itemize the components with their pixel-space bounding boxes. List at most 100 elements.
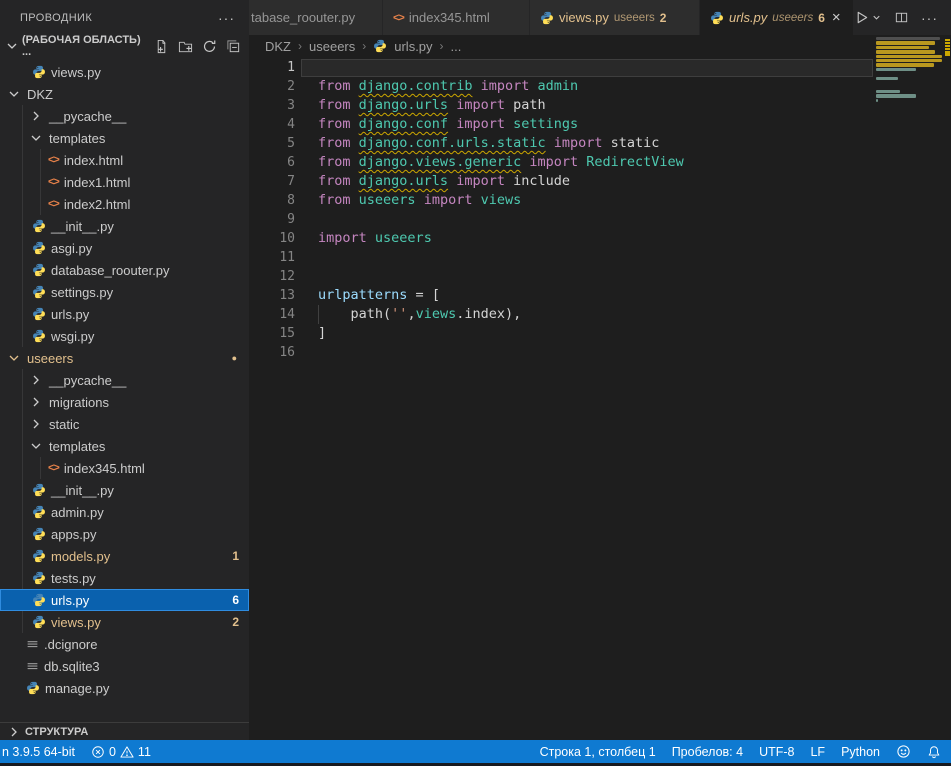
chevron-down-icon[interactable] (871, 12, 882, 23)
code-area[interactable]: 12from django.contrib import admin3from … (249, 57, 951, 362)
tree-item-admin.py[interactable]: admin.py (0, 501, 249, 523)
tree-item-templates[interactable]: templates (0, 435, 249, 457)
tree-item-migrations[interactable]: migrations (0, 391, 249, 413)
problems-indicator[interactable]: 0 11 (91, 745, 151, 759)
line-number[interactable]: 9 (249, 210, 295, 229)
new-file-icon[interactable] (154, 39, 169, 54)
python-icon (32, 285, 46, 299)
line-number[interactable]: 6 (249, 153, 295, 172)
tree-item-tests.py[interactable]: tests.py (0, 567, 249, 589)
tree-item-asgi.py[interactable]: asgi.py (0, 237, 249, 259)
tree-item-urls.py[interactable]: urls.py6 (0, 589, 249, 611)
tree-item-wsgi.py[interactable]: wsgi.py (0, 325, 249, 347)
code-line-8[interactable]: 8from useeers import views (249, 191, 951, 210)
tree-item-settings.py[interactable]: settings.py (0, 281, 249, 303)
line-number[interactable]: 3 (249, 96, 295, 115)
code-line-12[interactable]: 12 (249, 267, 951, 286)
code-line-11[interactable]: 11 (249, 248, 951, 267)
workspace-section-header[interactable]: (РАБОЧАЯ ОБЛАСТЬ) ... (0, 35, 249, 57)
code-line-3[interactable]: 3from django.urls import path (249, 96, 951, 115)
line-number[interactable]: 14 (249, 305, 295, 324)
code-line-6[interactable]: 6from django.views.generic import Redire… (249, 153, 951, 172)
tree-item-apps.py[interactable]: apps.py (0, 523, 249, 545)
line-text: path('',views.index), (318, 305, 521, 324)
chevron-down-icon (6, 350, 22, 366)
tree-item-models.py[interactable]: models.py1 (0, 545, 249, 567)
run-button[interactable] (854, 10, 882, 25)
line-number[interactable]: 7 (249, 172, 295, 191)
tree-item-label: __init__.py (51, 219, 114, 234)
explorer-more-actions-icon[interactable]: ··· (218, 10, 235, 26)
line-number[interactable]: 13 (249, 286, 295, 305)
line-number[interactable]: 16 (249, 343, 295, 362)
workspace-label: (РАБОЧАЯ ОБЛАСТЬ) ... (22, 34, 152, 58)
line-number[interactable]: 10 (249, 229, 295, 248)
line-number[interactable]: 2 (249, 77, 295, 96)
tree-item-database_roouter.py[interactable]: database_roouter.py (0, 259, 249, 281)
tab-urls.py[interactable]: urls.pyuseeers6× (700, 0, 854, 35)
collapse-all-icon[interactable] (226, 39, 241, 54)
tree-item-__pycache__[interactable]: __pycache__ (0, 369, 249, 391)
indentation[interactable]: Пробелов: 4 (672, 745, 743, 759)
encoding[interactable]: UTF-8 (759, 745, 794, 759)
bell-icon[interactable] (927, 745, 941, 759)
tree-item-__init__.py[interactable]: __init__.py (0, 215, 249, 237)
line-number[interactable]: 12 (249, 267, 295, 286)
code-line-14[interactable]: 14 path('',views.index), (249, 305, 951, 324)
more-actions-icon[interactable]: ··· (921, 10, 938, 26)
tree-item-index345.html[interactable]: <>index345.html (0, 457, 249, 479)
tree-item-manage.py[interactable]: manage.py (0, 677, 249, 699)
code-line-16[interactable]: 16 (249, 343, 951, 362)
code-line-13[interactable]: 13urlpatterns = [ (249, 286, 951, 305)
line-number[interactable]: 1 (249, 58, 295, 77)
code-line-2[interactable]: 2from django.contrib import admin (249, 77, 951, 96)
python-icon (32, 483, 46, 497)
breadcrumb-item[interactable]: useeers (309, 39, 355, 54)
tree-item-DKZ[interactable]: DKZ (0, 83, 249, 105)
tree-item-__init__.py[interactable]: __init__.py (0, 479, 249, 501)
close-icon[interactable]: × (832, 10, 841, 25)
tree-item-urls.py[interactable]: urls.py (0, 303, 249, 325)
minimap[interactable] (874, 37, 945, 197)
tree-item-.dcignore[interactable]: .dcignore (0, 633, 249, 655)
tab-label: tabase_roouter.py (251, 10, 355, 25)
code-line-15[interactable]: 15] (249, 324, 951, 343)
eol-indicator[interactable]: LF (810, 745, 825, 759)
language-mode[interactable]: Python (841, 745, 880, 759)
code-line-10[interactable]: 10import useeers (249, 229, 951, 248)
tree-item-views.py[interactable]: views.py (0, 61, 249, 83)
line-number[interactable]: 15 (249, 324, 295, 343)
code-line-9[interactable]: 9 (249, 210, 951, 229)
split-editor-icon[interactable] (894, 10, 909, 25)
breadcrumb-item[interactable]: ... (451, 39, 462, 54)
breadcrumb-item[interactable]: urls.py (394, 39, 432, 54)
tab-views.py[interactable]: views.pyuseeers2 (530, 0, 700, 35)
tree-item-__pycache__[interactable]: __pycache__ (0, 105, 249, 127)
line-number[interactable]: 8 (249, 191, 295, 210)
tree-item-db.sqlite3[interactable]: db.sqlite3 (0, 655, 249, 677)
tree-item-static[interactable]: static (0, 413, 249, 435)
tree-item-useeers[interactable]: useeers● (0, 347, 249, 369)
tree-item-index1.html[interactable]: <>index1.html (0, 171, 249, 193)
outline-section-header[interactable]: СТРУКТУРА (0, 722, 249, 740)
new-folder-icon[interactable] (178, 39, 193, 54)
refresh-icon[interactable] (202, 39, 217, 54)
line-number[interactable]: 4 (249, 115, 295, 134)
tree-item-index2.html[interactable]: <>index2.html (0, 193, 249, 215)
tab-tabase_roouter.py[interactable]: tabase_roouter.py (249, 0, 383, 35)
code-line-5[interactable]: 5from django.conf.urls.static import sta… (249, 134, 951, 153)
cursor-position[interactable]: Строка 1, столбец 1 (540, 745, 656, 759)
code-line-7[interactable]: 7from django.urls import include (249, 172, 951, 191)
breadcrumb-item[interactable]: DKZ (265, 39, 291, 54)
overview-ruler[interactable] (945, 35, 951, 718)
tree-item-views.py[interactable]: views.py2 (0, 611, 249, 633)
feedback-icon[interactable] (896, 744, 911, 759)
tree-item-templates[interactable]: templates (0, 127, 249, 149)
code-line-1[interactable]: 1 (249, 58, 951, 77)
python-interpreter[interactable]: n 3.9.5 64-bit (2, 745, 75, 759)
code-line-4[interactable]: 4from django.conf import settings (249, 115, 951, 134)
tab-index345.html[interactable]: <>index345.html (383, 0, 530, 35)
line-number[interactable]: 11 (249, 248, 295, 267)
tree-item-index.html[interactable]: <>index.html (0, 149, 249, 171)
line-number[interactable]: 5 (249, 134, 295, 153)
